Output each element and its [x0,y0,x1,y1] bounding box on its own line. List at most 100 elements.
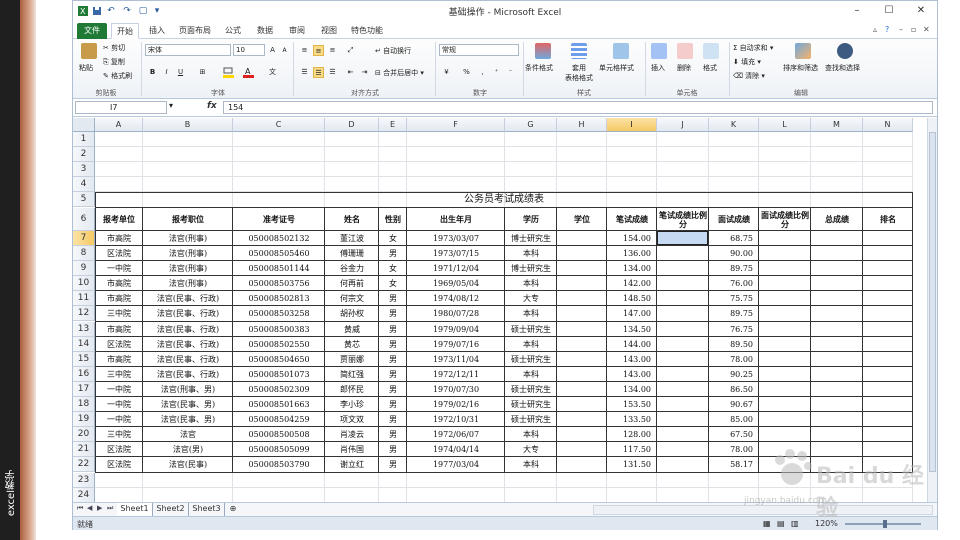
table-cell[interactable]: 143.00 [607,352,657,367]
row-header-8[interactable]: 8 [73,246,95,262]
table-cell[interactable]: 法官(民事、行政) [143,291,233,306]
row-header-14[interactable]: 14 [73,336,95,352]
align-bottom-icon[interactable]: ≡ [327,45,338,56]
table-cell[interactable]: 区法院 [95,457,143,472]
clear-button[interactable]: ⌫ 清除 ▾ [733,71,765,81]
table-cell[interactable]: 肖凌云 [325,427,379,442]
table-cell[interactable] [657,337,709,352]
table-cell[interactable]: 谷金力 [325,261,379,276]
table-cell[interactable]: 144.00 [607,337,657,352]
table-cell[interactable]: 简红强 [325,367,379,382]
table-cell[interactable]: 区法院 [95,246,143,261]
table-cell[interactable]: 1977/03/04 [407,457,505,472]
copy-button[interactable]: ⎘ 复制 [103,57,125,67]
table-cell[interactable]: 050008500508 [233,427,325,442]
table-cell[interactable]: 1973/03/07 [407,231,505,246]
delete-cells-button[interactable]: 删除 [677,63,691,73]
table-cell[interactable]: 男 [379,367,407,382]
minimize-icon[interactable]: – [843,3,871,19]
table-cell[interactable] [759,276,811,291]
autosum-button[interactable]: Σ 自动求和 ▾ [733,43,773,53]
table-cell[interactable] [557,352,607,367]
table-cell[interactable]: 050008505460 [233,246,325,261]
table-cell[interactable] [863,382,913,397]
table-cell[interactable]: 硕士研究生 [505,382,557,397]
column-header-l[interactable]: L [759,118,811,132]
align-center-icon[interactable]: ☰ [313,67,324,78]
table-cell[interactable]: 050008503756 [233,276,325,291]
table-cell[interactable]: 法官(男) [143,442,233,457]
table-cell[interactable]: 050008502550 [233,337,325,352]
vertical-scroll-thumb[interactable] [929,132,936,472]
table-cell[interactable] [759,231,811,246]
cell-styles-button[interactable]: 单元格样式 [599,63,634,73]
table-cell[interactable]: 法官(民事、行政) [143,352,233,367]
tab-data[interactable]: 数据 [251,23,279,39]
fill-button[interactable]: ⬇ 填充 ▾ [733,57,761,67]
table-cell[interactable]: 法官(民事、男) [143,397,233,412]
table-cell[interactable]: 1971/12/04 [407,261,505,276]
table-cell[interactable]: 贾丽娜 [325,352,379,367]
table-cell[interactable]: 郎怀民 [325,382,379,397]
table-cell[interactable]: 一中院 [95,382,143,397]
table-cell[interactable] [811,246,863,261]
fill-color-icon[interactable] [223,67,234,78]
table-cell[interactable] [863,291,913,306]
row-header-5[interactable]: 5 [73,192,95,208]
tab-view[interactable]: 视图 [315,23,343,39]
column-header-h[interactable]: H [557,118,607,132]
name-box[interactable]: I7 [75,101,167,114]
table-title[interactable]: 公务员考试成绩表 [95,192,913,207]
sheet-tab-sheet1[interactable]: Sheet1 [117,503,153,516]
table-cell[interactable]: 法官(民事、行政) [143,367,233,382]
table-cell[interactable] [557,442,607,457]
table-cell[interactable] [863,231,913,246]
table-cell[interactable] [657,427,709,442]
table-cell[interactable]: 一中院 [95,412,143,427]
table-cell[interactable]: 男 [379,382,407,397]
table-cell[interactable] [759,412,811,427]
row-header-2[interactable]: 2 [73,147,95,163]
table-cell[interactable]: 143.00 [607,367,657,382]
prev-sheet-icon[interactable]: ◀ [87,504,92,512]
table-cell[interactable] [657,231,709,246]
formula-input[interactable]: 154 [223,101,933,114]
table-cell[interactable]: 136.00 [607,246,657,261]
paste-button[interactable]: 粘贴 [79,63,93,73]
find-select-button[interactable]: 查找和选择 [825,63,860,73]
table-cell[interactable] [657,246,709,261]
table-cell[interactable]: 050008501144 [233,261,325,276]
row-header-4[interactable]: 4 [73,177,95,193]
tab-home[interactable]: 开始 [111,23,139,39]
cut-button[interactable]: ✂ 剪切 [103,43,125,53]
table-cell[interactable]: 89.75 [709,261,759,276]
page-break-view-icon[interactable]: ▥ [791,519,799,528]
table-cell[interactable] [863,337,913,352]
table-cell[interactable]: 肖伟国 [325,442,379,457]
table-cell[interactable]: 市高院 [95,276,143,291]
table-cell[interactable]: 1970/07/30 [407,382,505,397]
table-cell[interactable] [657,276,709,291]
table-cell[interactable] [811,322,863,337]
grow-font-icon[interactable]: A [267,45,278,56]
orientation-icon[interactable]: ⤢ [345,45,356,56]
table-cell[interactable]: 黄威 [325,322,379,337]
column-header-f[interactable]: F [407,118,505,132]
table-cell[interactable]: 本科 [505,337,557,352]
table-cell[interactable]: 本科 [505,306,557,321]
table-cell[interactable]: 1974/08/12 [407,291,505,306]
table-cell[interactable]: 131.50 [607,457,657,472]
table-cell[interactable] [811,306,863,321]
table-cell[interactable]: 90.00 [709,246,759,261]
table-cell[interactable]: 85.00 [709,412,759,427]
table-cell[interactable]: 134.00 [607,382,657,397]
help-icon[interactable]: ? [885,25,889,34]
row-header-17[interactable]: 17 [73,381,95,397]
table-cell[interactable] [557,306,607,321]
insert-cells-button[interactable]: 插入 [651,63,665,73]
table-cell[interactable]: 一中院 [95,397,143,412]
table-cell[interactable]: 134.50 [607,322,657,337]
table-cell[interactable] [759,261,811,276]
column-header-b[interactable]: B [143,118,233,132]
table-cell[interactable]: 本科 [505,367,557,382]
